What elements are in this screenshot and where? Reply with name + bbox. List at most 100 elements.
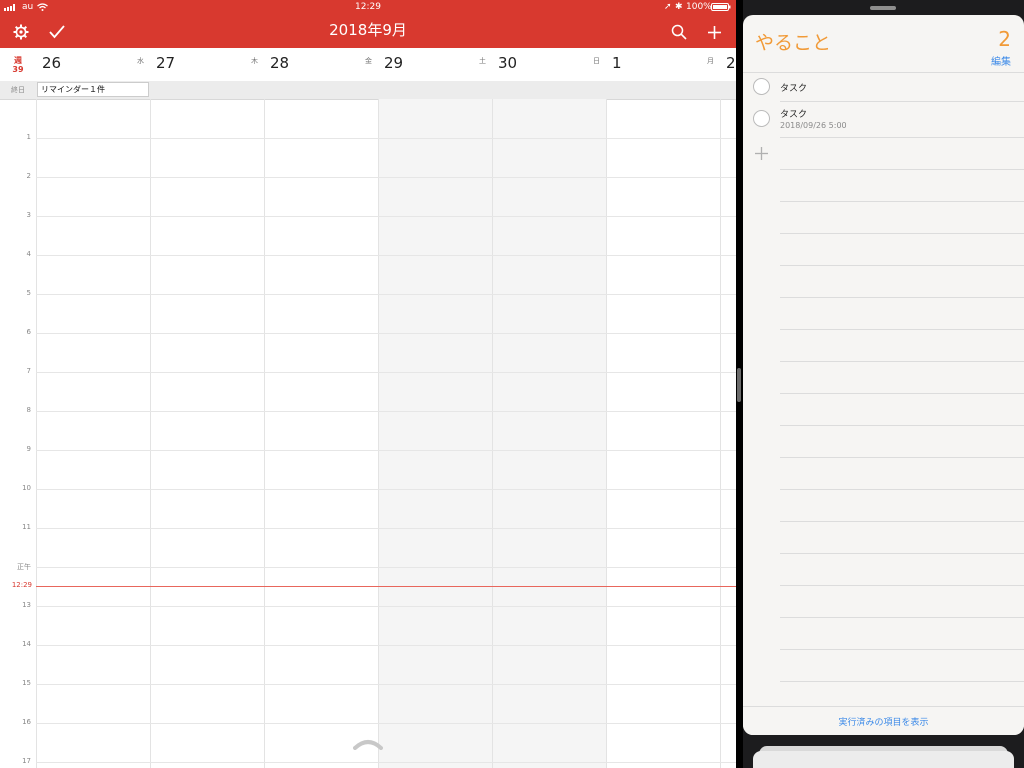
hour-label: 16	[22, 718, 31, 726]
day-header[interactable]: 26 水	[36, 48, 150, 81]
reminder-chip[interactable]: リマインダー１件	[37, 82, 149, 97]
search-button[interactable]	[668, 21, 690, 43]
task-title: タスク	[780, 84, 808, 94]
day-header[interactable]: 1月	[606, 48, 720, 81]
day-weekday: 木	[251, 57, 258, 65]
task-checkbox[interactable]	[753, 78, 770, 95]
day-weekday: 水	[137, 57, 144, 65]
bluetooth-icon: ✱	[675, 2, 683, 12]
hour-line	[36, 450, 736, 451]
hour-line	[36, 216, 736, 217]
week-number: 週 39	[0, 48, 36, 81]
day-header[interactable]: 29 土	[378, 48, 492, 81]
list-divider	[780, 617, 1024, 618]
date-header-row: 26 水 27 木 28 金 29 土 30 日 1月 2	[0, 48, 736, 82]
day-number: 26	[42, 54, 62, 72]
hour-label: 4	[26, 250, 31, 258]
edit-button[interactable]: 編集	[991, 53, 1011, 68]
day-header[interactable]: 28 金	[264, 48, 378, 81]
battery-label: 100%	[686, 2, 712, 12]
hour-label: 6	[26, 328, 31, 336]
task-title: タスク	[780, 110, 808, 120]
hour-line	[36, 489, 736, 490]
task-checkbox[interactable]	[753, 110, 770, 127]
hour-label: 10	[22, 484, 31, 492]
reminders-pane: やること 2 編集 タスク タスク 2018/09/26 5:00 実行済みの項…	[743, 0, 1024, 768]
list-divider	[780, 681, 1024, 682]
hour-line	[36, 528, 736, 529]
task-due-date: 2018/09/26 5:00	[780, 121, 847, 130]
day-number: 1	[612, 54, 622, 72]
location-icon: ➚	[664, 2, 672, 12]
list-divider	[780, 137, 1024, 138]
show-completed-button[interactable]: 実行済みの項目を表示	[743, 715, 1024, 728]
day-divider	[378, 99, 379, 768]
hour-line	[36, 762, 736, 763]
list-divider	[780, 553, 1024, 554]
week-label: 週	[14, 56, 22, 65]
day-weekday: 月	[707, 57, 714, 65]
hour-label: 5	[26, 289, 31, 297]
hour-line	[36, 411, 736, 412]
stacked-list-card[interactable]	[753, 751, 1014, 768]
hour-label: 9	[26, 445, 31, 453]
hour-line	[36, 723, 736, 724]
hour-label: 14	[22, 640, 31, 648]
current-time-line	[36, 586, 736, 587]
day-number: 30	[498, 54, 518, 72]
time-grid[interactable]: 1 2 3 4 5 6 7 8 9 10 11 正午 13 14 15 16 1…	[0, 99, 736, 768]
day-weekday: 日	[593, 57, 600, 65]
day-number: 29	[384, 54, 404, 72]
hour-label: 3	[26, 211, 31, 219]
day-divider	[36, 99, 37, 768]
day-number: 28	[270, 54, 290, 72]
day-number: 27	[156, 54, 176, 72]
add-event-button[interactable]	[703, 21, 725, 43]
day-divider	[492, 99, 493, 768]
hour-line	[36, 645, 736, 646]
hour-line	[36, 138, 736, 139]
list-divider	[780, 489, 1024, 490]
list-divider	[780, 201, 1024, 202]
list-divider	[780, 585, 1024, 586]
day-header[interactable]: 27 木	[150, 48, 264, 81]
list-title: やること	[755, 32, 832, 54]
month-title[interactable]: 2018年9月	[0, 19, 736, 40]
hour-label: 2	[26, 172, 31, 180]
weekend-column	[492, 99, 606, 768]
hour-label: 11	[22, 523, 31, 531]
list-item[interactable]: タスク 2018/09/26 5:00	[743, 102, 1024, 136]
all-day-label: 終日	[11, 86, 25, 94]
weekend-column	[378, 99, 492, 768]
list-divider	[780, 521, 1024, 522]
list-divider	[780, 393, 1024, 394]
calendar-pane: au 12:29 ➚ ✱ 100% 2018年9月 26 水 27 木 28 金…	[0, 0, 736, 768]
hour-label: 17	[22, 757, 31, 765]
reminders-list-card: やること 2 編集 タスク タスク 2018/09/26 5:00 実行済みの項…	[743, 15, 1024, 735]
all-day-row: 終日 リマインダー１件	[0, 81, 736, 100]
slide-over-grabber[interactable]	[870, 6, 896, 10]
hour-line	[36, 567, 736, 568]
list-item[interactable]: タスク	[743, 73, 1024, 101]
calendar-header: au 12:29 ➚ ✱ 100% 2018年9月	[0, 0, 736, 48]
day-divider	[150, 99, 151, 768]
hour-line	[36, 606, 736, 607]
split-view-handle[interactable]	[737, 368, 741, 402]
search-icon	[671, 24, 687, 40]
hour-label: 8	[26, 406, 31, 414]
list-footer: 実行済みの項目を表示	[743, 706, 1024, 735]
hour-label: 13	[22, 601, 31, 609]
day-divider	[606, 99, 607, 768]
hour-label: 1	[26, 133, 31, 141]
hour-label: 15	[22, 679, 31, 687]
day-header[interactable]: 2	[720, 48, 736, 81]
list-divider	[780, 457, 1024, 458]
list-divider	[780, 169, 1024, 170]
chevron-up-icon[interactable]	[353, 738, 383, 750]
add-reminder-icon[interactable]	[754, 146, 769, 161]
list-divider	[780, 265, 1024, 266]
day-header[interactable]: 30 日	[492, 48, 606, 81]
list-divider	[780, 233, 1024, 234]
current-time-label: 12:29	[11, 581, 32, 589]
list-divider	[780, 329, 1024, 330]
